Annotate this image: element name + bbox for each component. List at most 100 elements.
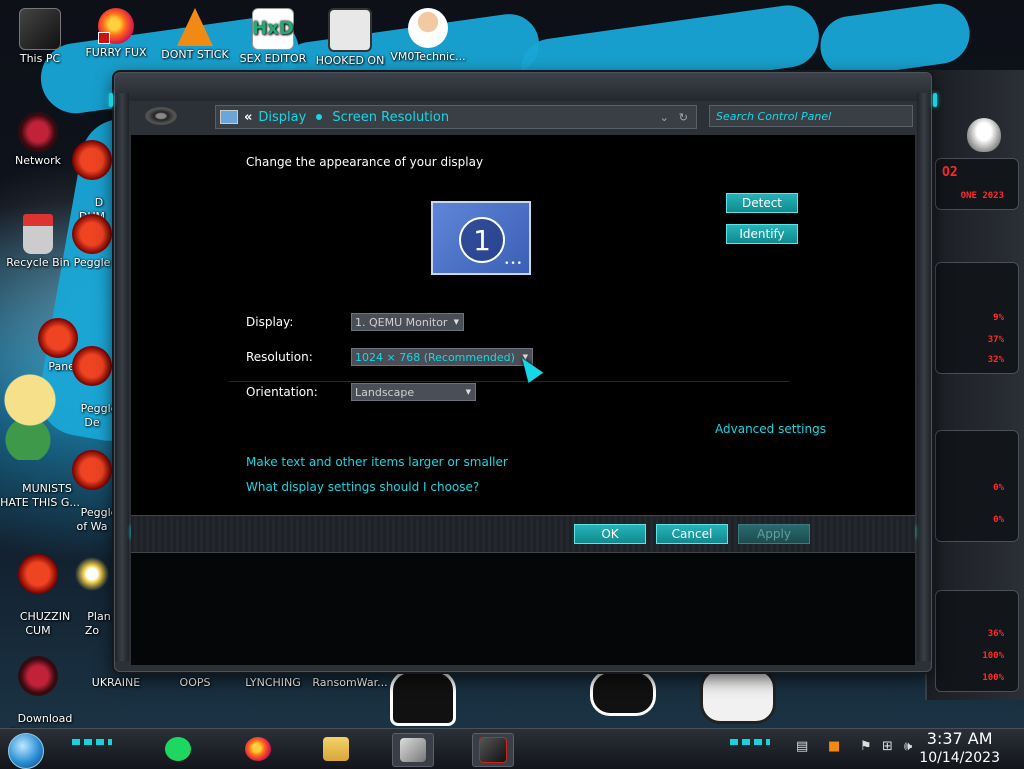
widget-slot: 9% 37% 32% [935,262,1019,374]
icon-label: VM0Technic... [390,50,466,63]
computer-icon [19,8,61,50]
chevron-down-icon: ▼ [465,388,471,396]
desktop-icon-ransomware[interactable]: RansomWar... [312,676,388,690]
desktop-icon-dont-stick[interactable]: DONT STICK [157,8,233,62]
breadcrumb-screen-resolution[interactable]: Screen Resolution [332,110,449,125]
alienware-widget-panel: O2 ONE 2023 9% 37% 32% 0% 0% 36% 100% 10… [925,70,1024,700]
orientation-select-value: Landscape [355,385,415,399]
ok-button[interactable]: OK [574,524,646,544]
window-footer-area [131,553,915,665]
alien-eye-icon [145,107,177,125]
window-frame-left [115,93,129,661]
start-button[interactable] [8,733,44,769]
refresh-icon[interactable]: ↻ [679,111,688,124]
desktop-icon-lynching[interactable]: LYNCHING [235,676,311,690]
clock-date: 10/14/2023 [919,750,1000,766]
wallpaper-brush [816,0,974,81]
icon-label: UKRAINE [91,676,141,689]
icon-label: LYNCHING [245,676,301,689]
plants-icon [72,554,112,594]
display-help-link[interactable]: What display settings should I choose? [246,480,479,494]
taskbar-control-panel[interactable] [472,733,514,767]
desktop-icon-ukraine[interactable]: UKRAINE [78,676,154,690]
button-bar: OK Cancel Apply [131,515,915,553]
icon-label: Plan Zo [84,610,111,637]
orientation-select[interactable]: Landscape ▼ [351,383,476,401]
clock[interactable]: 3:37 AM 10/14/2023 [919,729,1000,767]
widget-value: 0% [993,483,1004,493]
desktop-icon-oops[interactable]: OOPS [157,676,233,690]
search-input[interactable]: Search Control Panel [709,105,913,127]
desktop-icon-download-alien[interactable]: Download Black Ali... [0,628,76,728]
monitor-1-preview[interactable]: 1 ••• [431,201,531,275]
icon-label: SEX EDITOR [239,52,307,65]
apply-button[interactable]: Apply [738,524,810,544]
doctor-icon [408,8,448,48]
dropdown-chevron-icon[interactable]: ⌄ [660,111,669,124]
widget-value: ONE 2023 [960,191,1004,201]
icon-label: OOPS [179,676,211,689]
resolution-select[interactable]: 1024 × 768 (Recommended) ▼ [351,348,533,366]
advanced-settings-link[interactable]: Advanced settings [715,422,826,436]
window-frame-right [917,93,931,661]
identify-button[interactable]: Identify [726,224,798,244]
taskbar-spotify[interactable] [158,733,198,765]
desktop-icon-hooked-on[interactable]: HOOKED ON [312,8,388,68]
wallpaper-figure [700,668,776,724]
peggle-icon [72,214,112,254]
app-icon [72,140,112,180]
keyboard-icon[interactable]: ▤ [796,739,808,754]
taskbar-control-panel-display[interactable] [392,733,434,767]
icon-label: RansomWar... [312,676,388,689]
resolution-select-value: 1024 × 768 (Recommended) [355,350,515,364]
widget-value: 32% [987,355,1004,365]
network-icon [18,112,58,152]
display-settings-icon [400,738,426,762]
address-bar[interactable]: « Display Screen Resolution ⌄ ↻ [215,105,697,129]
text-size-link[interactable]: Make text and other items larger or smal… [246,455,508,469]
icon-label: FURRY FUX [85,46,147,59]
flag-icon[interactable]: ⚑ [860,739,872,754]
hex-editor-icon: HxD [252,8,294,50]
icon-label: HOOKED ON [315,54,385,67]
star-character-image [0,360,58,460]
resolution-label: Resolution: [246,350,313,364]
folder-icon [323,737,349,761]
vlc-icon [177,8,213,46]
detect-button[interactable]: Detect [726,193,798,213]
window-title-bar[interactable] [115,73,931,101]
desktop-icon-sex-editor[interactable]: HxD SEX EDITOR [235,8,311,66]
network-icon[interactable]: ⊞ [882,739,893,754]
taskbar-decoration [72,739,112,745]
widget-slot: 36% 100% 100% [935,590,1019,692]
frame-accent [933,93,937,107]
widget-slot: O2 ONE 2023 [935,158,1019,210]
firefox-icon [245,737,271,761]
widget-slot: 0% 0% [935,430,1019,542]
taskbar-file-explorer[interactable] [316,733,356,765]
desktop-icon-vm0[interactable]: VM0Technic... [390,8,466,64]
spotify-icon [165,737,191,761]
cancel-button[interactable]: Cancel [656,524,728,544]
taskbar-firefox[interactable] [238,733,278,765]
back-chevron-icon[interactable]: « [244,110,252,125]
taskbar-decoration [730,739,770,745]
desktop-icon-this-pc[interactable]: This PC [2,8,78,66]
breadcrumb-separator-icon [316,114,323,120]
display-select-value: 1. QEMU Monitor [355,315,448,329]
peggle-icon [72,346,112,386]
desktop-icon-furry-fux[interactable]: FURRY FUX [78,8,154,60]
volume-icon[interactable]: 🕪 [904,739,912,754]
icon-label: DONT STICK [161,48,229,61]
wallpaper-figure [390,670,456,726]
display-select[interactable]: 1. QEMU Monitor ▼ [351,313,464,331]
desktop-icon-peggle[interactable]: Peggle [64,214,120,270]
breadcrumb-display[interactable]: Display [258,110,306,125]
display-label: Display: [246,315,294,329]
alien-head-icon [967,118,1001,152]
widget-value: O2 [942,165,958,180]
peggle-icon [72,450,112,490]
clock-time: 3:37 AM [926,729,993,748]
icon-label: Peggle [73,256,111,269]
app-tray-icon[interactable]: ■ [828,739,840,754]
